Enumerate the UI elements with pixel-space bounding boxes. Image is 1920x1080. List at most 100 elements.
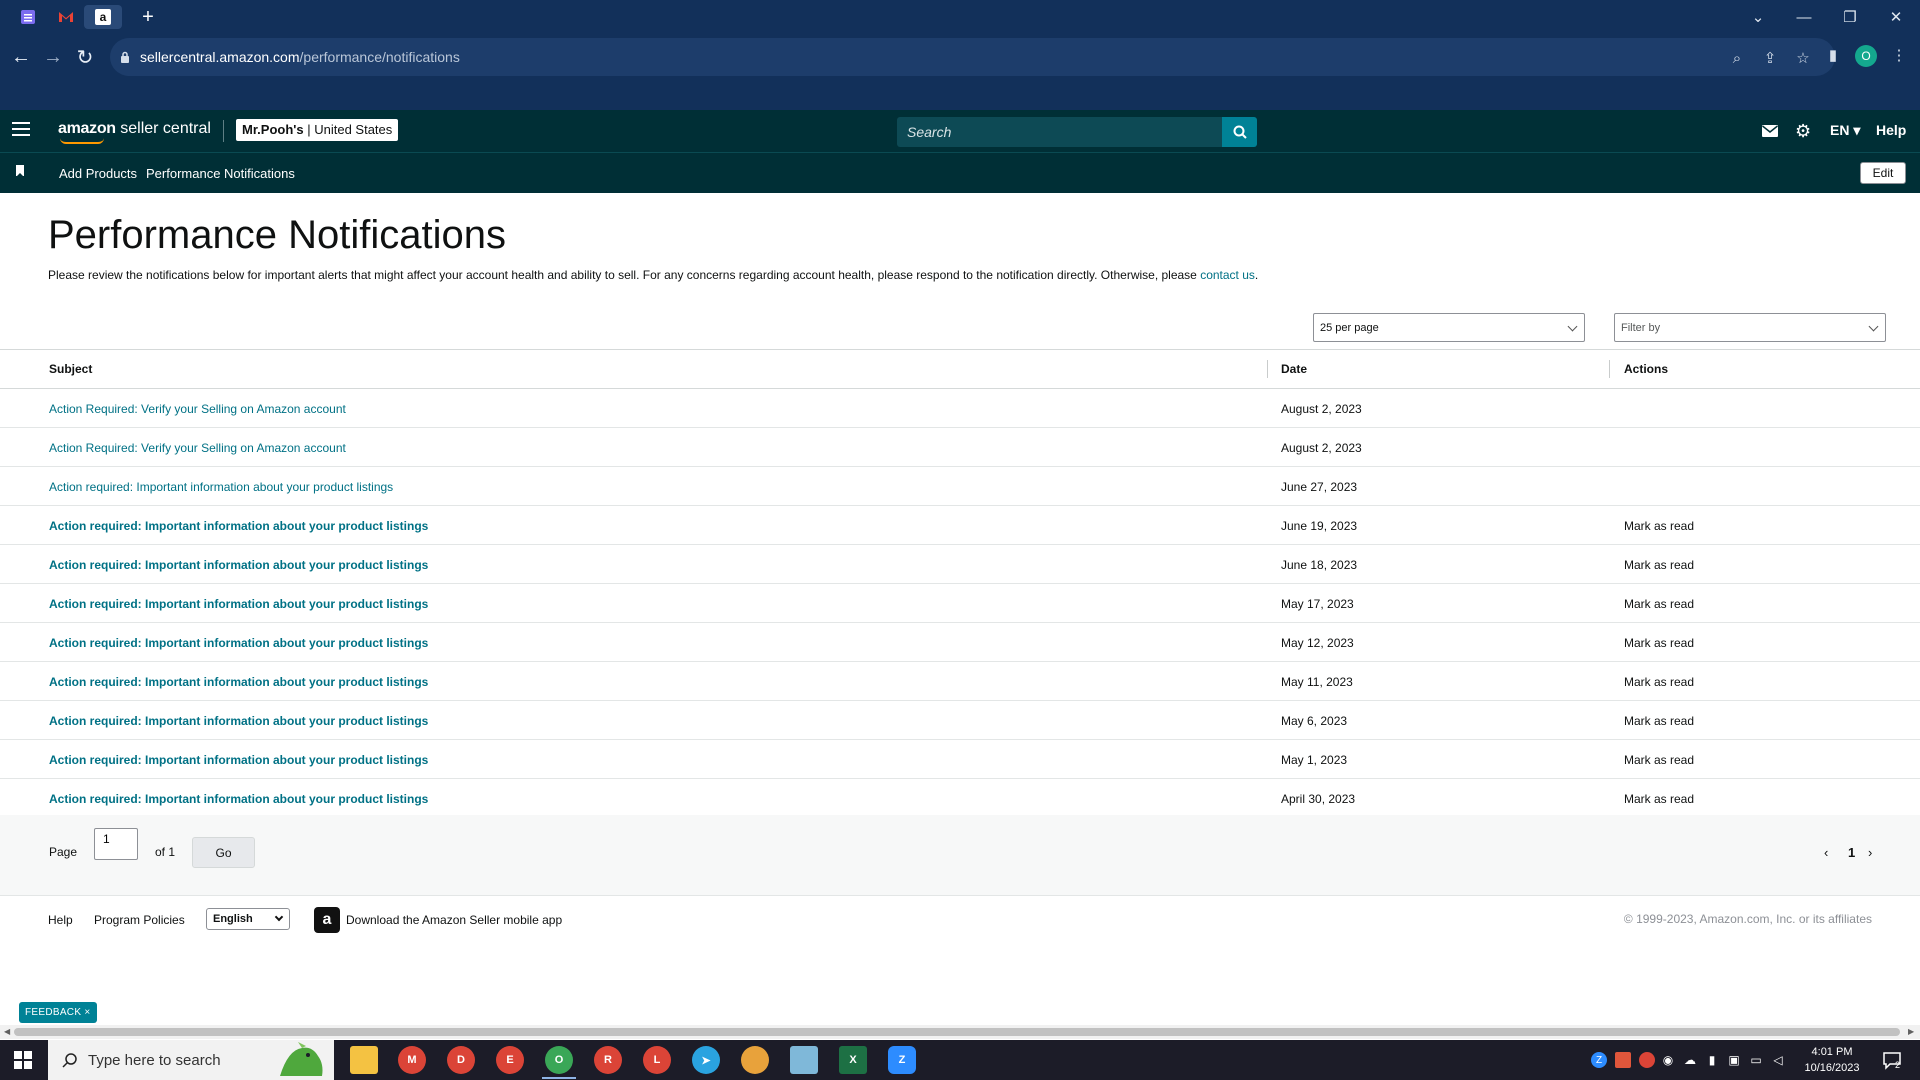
- chrome-profile-e-icon[interactable]: E: [496, 1046, 524, 1074]
- page-number-input[interactable]: [94, 828, 138, 860]
- tab-tasks[interactable]: [16, 5, 40, 29]
- store-switcher[interactable]: Mr.Pooh's | United States: [236, 119, 399, 141]
- tab-gmail[interactable]: [54, 5, 78, 29]
- tray-controller-icon[interactable]: ◉: [1660, 1052, 1676, 1068]
- share-icon[interactable]: ⇪: [1759, 47, 1781, 69]
- browser-menu-icon[interactable]: ⋮: [1888, 44, 1910, 66]
- file-explorer-icon[interactable]: [350, 1046, 378, 1074]
- hamburger-menu-icon[interactable]: [12, 122, 30, 140]
- tray-chrome-icon[interactable]: [1639, 1052, 1655, 1068]
- subnav-performance-notifications[interactable]: Performance Notifications: [146, 166, 295, 181]
- mark-as-read-link[interactable]: Mark as read: [1624, 519, 1694, 533]
- profile-avatar[interactable]: O: [1855, 45, 1877, 67]
- tab-amazon[interactable]: a: [84, 5, 122, 29]
- subnav-add-products[interactable]: Add Products: [59, 166, 137, 181]
- filter-select[interactable]: Filter by: [1614, 313, 1886, 342]
- search-button[interactable]: [1222, 117, 1257, 147]
- footer-language-select[interactable]: English: [206, 908, 290, 930]
- notification-subject-link[interactable]: Action required: Important information a…: [49, 675, 428, 689]
- scroll-left-icon[interactable]: ◀: [4, 1027, 10, 1036]
- tray-app-icon[interactable]: [1615, 1052, 1631, 1068]
- excel-icon[interactable]: X: [839, 1046, 867, 1074]
- column-header-date[interactable]: Date: [1281, 362, 1307, 376]
- tasks-icon: [21, 10, 35, 24]
- mark-as-read-link[interactable]: Mark as read: [1624, 714, 1694, 728]
- mark-as-read-link[interactable]: Mark as read: [1624, 792, 1694, 806]
- bookmark-star-icon[interactable]: ☆: [1792, 47, 1814, 69]
- download-app-link[interactable]: Download the Amazon Seller mobile app: [346, 913, 562, 927]
- seller-search-input[interactable]: [897, 117, 1222, 147]
- chrome-profile-r-icon[interactable]: R: [594, 1046, 622, 1074]
- notification-date: June 18, 2023: [1281, 558, 1358, 572]
- mark-as-read-link[interactable]: Mark as read: [1624, 636, 1694, 650]
- footer-program-policies-link[interactable]: Program Policies: [94, 913, 185, 927]
- windows-start-icon[interactable]: [14, 1051, 32, 1069]
- telegram-icon[interactable]: ➤: [692, 1046, 720, 1074]
- language-switcher[interactable]: EN ▾: [1830, 122, 1860, 139]
- close-window-icon[interactable]: ✕: [1876, 4, 1916, 30]
- notification-subject-link[interactable]: Action required: Important information a…: [49, 558, 428, 572]
- taskbar-search-input[interactable]: [88, 1040, 288, 1080]
- notification-subject-link[interactable]: Action required: Important information a…: [49, 753, 428, 767]
- horizontal-scrollbar[interactable]: ◀ ▶: [0, 1025, 1920, 1039]
- go-button[interactable]: Go: [192, 837, 255, 868]
- tray-volume-icon[interactable]: ◁: [1770, 1052, 1786, 1068]
- mark-as-read-link[interactable]: Mark as read: [1624, 753, 1694, 767]
- tray-cloud-icon[interactable]: ☁: [1682, 1052, 1698, 1068]
- side-panel-icon[interactable]: ▮: [1822, 44, 1844, 66]
- header-help-link[interactable]: Help: [1876, 122, 1906, 138]
- address-bar[interactable]: sellercentral.amazon.com/performance/not…: [110, 38, 1835, 76]
- minimize-icon[interactable]: —: [1784, 4, 1824, 30]
- mark-as-read-link[interactable]: Mark as read: [1624, 675, 1694, 689]
- mark-as-read-link[interactable]: Mark as read: [1624, 597, 1694, 611]
- current-page-number[interactable]: 1: [1848, 845, 1855, 860]
- column-resizer[interactable]: [1609, 360, 1610, 378]
- per-page-select[interactable]: 25 per page: [1313, 313, 1585, 342]
- action-center-icon[interactable]: 2: [1882, 1050, 1902, 1070]
- edit-bookmarks-button[interactable]: Edit: [1860, 162, 1906, 184]
- back-icon[interactable]: ←: [6, 42, 36, 72]
- chrome-profile-m-icon[interactable]: M: [398, 1046, 426, 1074]
- notification-subject-link[interactable]: Action Required: Verify your Selling on …: [49, 402, 346, 416]
- prev-page-icon[interactable]: ‹: [1824, 845, 1828, 860]
- feedback-button[interactable]: FEEDBACK ×: [19, 1002, 97, 1023]
- notification-subject-link[interactable]: Action required: Important information a…: [49, 792, 428, 806]
- restore-icon[interactable]: ❐: [1830, 4, 1870, 30]
- bookmark-icon[interactable]: [16, 165, 24, 177]
- zoom-app-icon[interactable]: Z: [888, 1046, 916, 1074]
- notification-subject-link[interactable]: Action Required: Verify your Selling on …: [49, 441, 346, 455]
- footer-help-link[interactable]: Help: [48, 913, 73, 927]
- tray-microphone-icon[interactable]: ▮: [1704, 1052, 1720, 1068]
- notification-subject-link[interactable]: Action required: Important information a…: [49, 597, 428, 611]
- next-page-icon[interactable]: ›: [1868, 845, 1872, 860]
- mail-icon[interactable]: [1762, 120, 1778, 142]
- tray-network-icon[interactable]: ▭: [1748, 1052, 1764, 1068]
- notification-subject-link[interactable]: Action required: Important information a…: [49, 714, 428, 728]
- column-header-subject[interactable]: Subject: [49, 362, 92, 376]
- chrome-profile-l-icon[interactable]: L: [643, 1046, 671, 1074]
- new-tab-button[interactable]: +: [136, 5, 160, 29]
- mark-as-read-link[interactable]: Mark as read: [1624, 558, 1694, 572]
- tray-camera-icon[interactable]: ▣: [1726, 1052, 1742, 1068]
- notification-subject-link[interactable]: Action required: Important information a…: [49, 480, 393, 494]
- reload-icon[interactable]: ↻: [70, 42, 100, 72]
- contact-us-link[interactable]: contact us: [1200, 268, 1255, 282]
- chrome-profile-d-icon[interactable]: D: [447, 1046, 475, 1074]
- notification-subject-link[interactable]: Action required: Important information a…: [49, 519, 428, 533]
- taskbar-clock[interactable]: 4:01 PM 10/16/2023: [1796, 1044, 1868, 1076]
- tray-zoom-icon[interactable]: Z: [1591, 1052, 1607, 1068]
- settings-gear-icon[interactable]: ⚙: [1795, 120, 1811, 142]
- scrollbar-thumb[interactable]: [14, 1028, 1900, 1036]
- forward-icon[interactable]: →: [38, 42, 68, 72]
- seller-central-logo[interactable]: amazon seller central: [58, 120, 211, 144]
- zoom-icon[interactable]: ⌕: [1726, 47, 1748, 69]
- notepad-app-icon[interactable]: [790, 1046, 818, 1074]
- windows-taskbar: M D E O R L ➤ X Z Z ◉ ☁ ▮ ▣ ▭ ◁ 4:01 PM …: [0, 1040, 1920, 1080]
- tab-search-chevron-icon[interactable]: ⌄: [1738, 4, 1778, 30]
- column-resizer[interactable]: [1267, 360, 1268, 378]
- game-app-icon[interactable]: [741, 1046, 769, 1074]
- scroll-right-icon[interactable]: ▶: [1908, 1027, 1914, 1036]
- notification-subject-link[interactable]: Action required: Important information a…: [49, 636, 428, 650]
- seller-app-icon[interactable]: a: [314, 907, 340, 933]
- chrome-profile-o-icon[interactable]: O: [545, 1046, 573, 1074]
